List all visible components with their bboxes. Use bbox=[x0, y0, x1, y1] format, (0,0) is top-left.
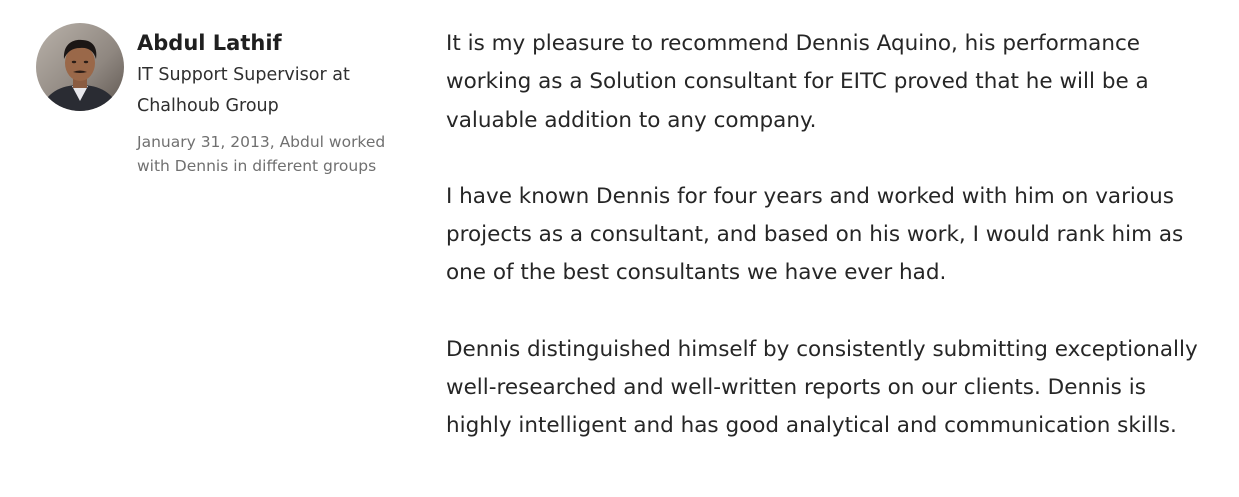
author-headline-line: IT Support Supervisor at bbox=[137, 65, 350, 85]
author-headline: IT Support Supervisor at Chalhoub Group bbox=[137, 60, 417, 122]
recommendation-date: January 31, 2013, Abdul worked bbox=[137, 133, 386, 151]
profile-photo-icon bbox=[36, 23, 124, 111]
author-name[interactable]: Abdul Lathif bbox=[137, 28, 417, 58]
author-info: Abdul Lathif IT Support Supervisor at Ch… bbox=[137, 28, 417, 178]
recommendation-paragraph: I have known Dennis for four years and w… bbox=[446, 183, 1184, 286]
relationship-text: with Dennis in different groups bbox=[137, 157, 377, 175]
recommendation-paragraph: It is my pleasure to recommend Dennis Aq… bbox=[446, 31, 1149, 133]
author-headline-line: Chalhoub Group bbox=[137, 96, 279, 116]
recommendation-card: Abdul Lathif IT Support Supervisor at Ch… bbox=[0, 0, 1239, 497]
recommendation-text: It is my pleasure to recommend Dennis Aq… bbox=[446, 25, 1206, 446]
avatar[interactable] bbox=[36, 23, 124, 111]
recommendation-meta: January 31, 2013, Abdul worked with Denn… bbox=[137, 130, 417, 178]
recommendation-paragraph: Dennis distinguished himself by consiste… bbox=[446, 336, 1198, 439]
